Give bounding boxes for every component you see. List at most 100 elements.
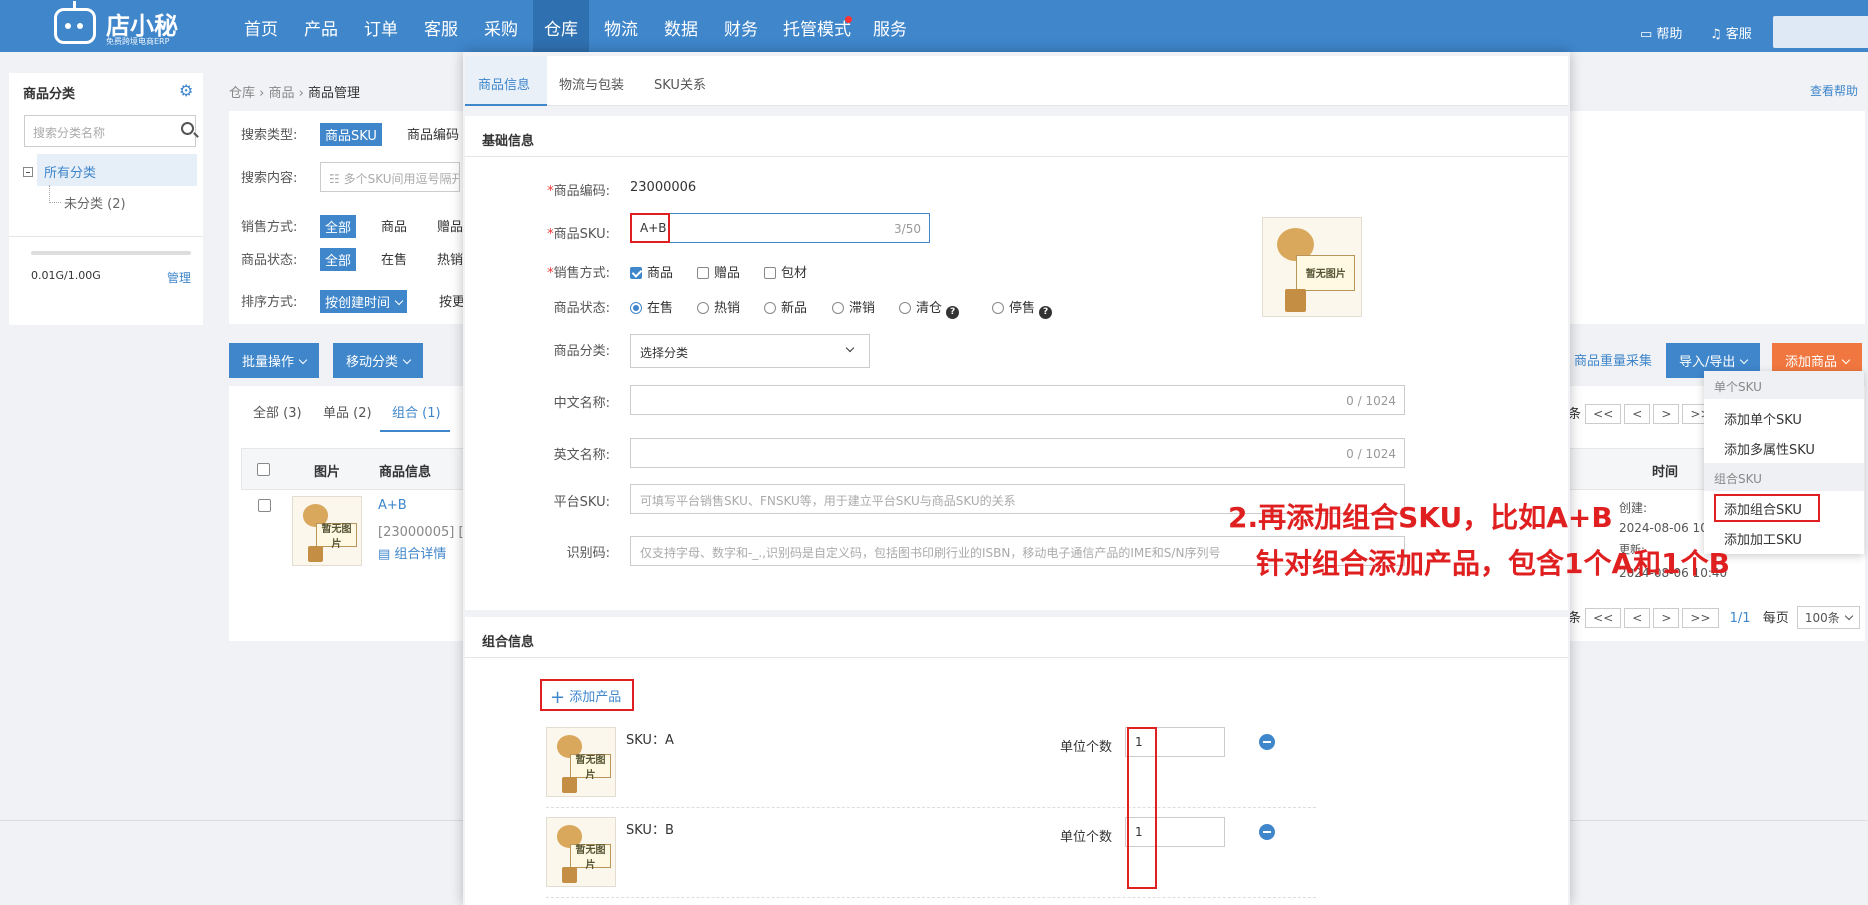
status-onsale-radio[interactable]: 在售 xyxy=(630,297,673,316)
code-label: *商品编码: xyxy=(547,184,610,199)
status-hot[interactable]: 热销 xyxy=(437,249,463,268)
sort-updated[interactable]: 按更 xyxy=(439,291,465,310)
active-tab-indicator xyxy=(380,430,450,432)
per-page-select[interactable]: 100条 xyxy=(1796,606,1860,629)
nav-warehouse[interactable]: 仓库 xyxy=(533,0,589,52)
sale-packing-checkbox[interactable]: 包材 xyxy=(764,262,807,281)
breadcrumb-warehouse[interactable]: 仓库 xyxy=(229,86,255,101)
chevron-down-icon xyxy=(402,355,412,365)
status-all[interactable]: 全部 xyxy=(320,248,357,271)
category-sidebar: 商品分类 ⚙ 搜索分类名称 所有分类 未分类 (2) 0.01G/1.00G 管… xyxy=(9,73,203,325)
remove-item-b-icon[interactable] xyxy=(1259,824,1275,840)
nav-product[interactable]: 产品 xyxy=(293,0,349,52)
pager-bottom: 条 << < > >> 1/1 每页 100条 xyxy=(1568,606,1863,629)
gear-icon[interactable]: ⚙ xyxy=(179,81,193,100)
category-title: 商品分类 xyxy=(23,87,76,102)
menu-add-single-sku[interactable]: 添加单个SKU xyxy=(1724,409,1802,428)
status-slow-radio[interactable]: 滞销 xyxy=(832,297,875,316)
nav-order[interactable]: 订单 xyxy=(353,0,409,52)
row-checkbox[interactable] xyxy=(258,499,271,512)
highlight-qty-values xyxy=(1127,727,1157,889)
select-all-checkbox[interactable] xyxy=(257,463,270,476)
no-image-label: 暂无图片 xyxy=(1296,255,1356,291)
breadcrumb-product[interactable]: 商品 xyxy=(268,86,294,101)
category-select[interactable]: 选择分类 xyxy=(630,334,870,368)
pager-last[interactable]: >> xyxy=(1682,608,1719,628)
logo[interactable]: 店小秘 免费跨境电商ERP xyxy=(50,1,186,48)
pager-first[interactable]: << xyxy=(1585,608,1622,628)
pager-first[interactable]: << xyxy=(1585,404,1622,424)
search-content-label: 搜索内容: xyxy=(241,171,298,186)
sale-goods-checkbox[interactable]: 商品 xyxy=(630,262,673,281)
row-product-name[interactable]: A+B xyxy=(378,498,407,513)
sale-gift[interactable]: 赠品 xyxy=(437,216,463,235)
search-type-sku[interactable]: 商品SKU xyxy=(320,123,382,146)
tab-product-info[interactable]: 商品信息 xyxy=(478,74,530,93)
batch-operation-button[interactable]: 批量操作 xyxy=(229,343,320,378)
service-link-top[interactable]: ♫ 客服 xyxy=(1710,23,1752,42)
pager-prev[interactable]: < xyxy=(1624,404,1651,424)
user-account-box[interactable] xyxy=(1773,16,1868,48)
collapse-tree-icon[interactable] xyxy=(23,167,33,177)
nav-home[interactable]: 首页 xyxy=(233,0,289,52)
nav-data[interactable]: 数据 xyxy=(653,0,709,52)
remove-item-a-icon[interactable] xyxy=(1259,734,1275,750)
search-icon[interactable] xyxy=(181,122,194,135)
no-image-label: 暂无图片 xyxy=(570,843,611,871)
en-name-input[interactable]: 0 / 1024 xyxy=(630,438,1405,468)
status-clearance-radio[interactable]: 清仓 ? xyxy=(899,297,960,319)
tab-all[interactable]: 全部 (3) xyxy=(253,402,302,421)
sale-gift-checkbox[interactable]: 赠品 xyxy=(697,262,740,281)
pager-prev[interactable]: < xyxy=(1624,608,1651,628)
nav-service[interactable]: 客服 xyxy=(413,0,469,52)
modal-tabs: 商品信息 物流与包装 SKU关系 xyxy=(465,56,1568,106)
nav-logistics[interactable]: 物流 xyxy=(593,0,649,52)
tree-connector xyxy=(49,185,61,203)
category-uncategorized[interactable]: 未分类 (2) xyxy=(64,193,126,212)
row-created-date: 2024-08-06 10 xyxy=(1619,521,1708,535)
nav-finance[interactable]: 财务 xyxy=(713,0,769,52)
nav-services[interactable]: 服务 xyxy=(862,0,918,52)
help-link-top[interactable]: ▭ 帮助 xyxy=(1640,23,1682,42)
product-image-upload[interactable]: 暂无图片 xyxy=(1262,217,1362,317)
view-help-link[interactable]: 查看帮助 xyxy=(1810,82,1858,99)
tab-single[interactable]: 单品 (2) xyxy=(323,402,372,421)
pager-next[interactable]: > xyxy=(1653,608,1680,628)
header-time: 时间 xyxy=(1652,465,1679,480)
combo-detail-link[interactable]: ▤ 组合详情 xyxy=(378,543,446,562)
document-icon: ▤ xyxy=(378,547,395,562)
cn-name-input[interactable]: 0 / 1024 xyxy=(630,385,1405,415)
annotation-line-2: 针对组合添加产品，包含1个A和1个B xyxy=(1256,547,1730,580)
category-search-input[interactable]: 搜索分类名称 xyxy=(24,115,196,147)
status-stopped-radio[interactable]: 停售 ? xyxy=(992,297,1053,319)
menu-add-process-sku[interactable]: 添加加工SKU xyxy=(1724,529,1802,548)
question-icon: ? xyxy=(1039,306,1053,319)
sku-input[interactable]: A+B 3/50 xyxy=(630,213,930,243)
menu-add-combo-sku[interactable]: 添加组合SKU xyxy=(1724,499,1802,518)
status-onsale[interactable]: 在售 xyxy=(381,249,407,268)
menu-add-multi-sku[interactable]: 添加多属性SKU xyxy=(1724,439,1815,458)
tab-sku-relation[interactable]: SKU关系 xyxy=(654,74,706,93)
brand-slogan: 免费跨境电商ERP xyxy=(106,37,170,46)
product-status-label: 商品状态: xyxy=(553,301,610,316)
sale-goods[interactable]: 商品 xyxy=(381,216,407,235)
status-hot-radio[interactable]: 热销 xyxy=(697,297,740,316)
sale-all[interactable]: 全部 xyxy=(320,215,357,238)
nav-hosting[interactable]: 托管模式 xyxy=(776,0,858,52)
pager-next[interactable]: > xyxy=(1653,404,1680,424)
add-product-link[interactable]: + 添加产品 xyxy=(550,686,621,708)
manage-link[interactable]: 管理 xyxy=(167,269,191,286)
tab-logistics[interactable]: 物流与包装 xyxy=(559,74,624,93)
weight-collect-link[interactable]: 商品重量采集 xyxy=(1574,350,1652,369)
tab-combo[interactable]: 组合 (1) xyxy=(392,402,441,421)
nav-purchase[interactable]: 采购 xyxy=(473,0,529,52)
status-new-radio[interactable]: 新品 xyxy=(764,297,807,316)
category-all[interactable]: 所有分类 xyxy=(37,154,197,186)
robot-logo-icon xyxy=(54,1,96,44)
search-content-input[interactable]: ☷ 多个SKU间用逗号隔开 xyxy=(320,162,460,192)
breadcrumb-current: 商品管理 xyxy=(307,86,360,101)
sort-created-dropdown[interactable]: 按创建时间 xyxy=(320,290,408,313)
move-category-button[interactable]: 移动分类 xyxy=(333,343,424,378)
search-type-code[interactable]: 商品编码 xyxy=(407,124,459,143)
sort-label: 排序方式: xyxy=(241,295,298,310)
